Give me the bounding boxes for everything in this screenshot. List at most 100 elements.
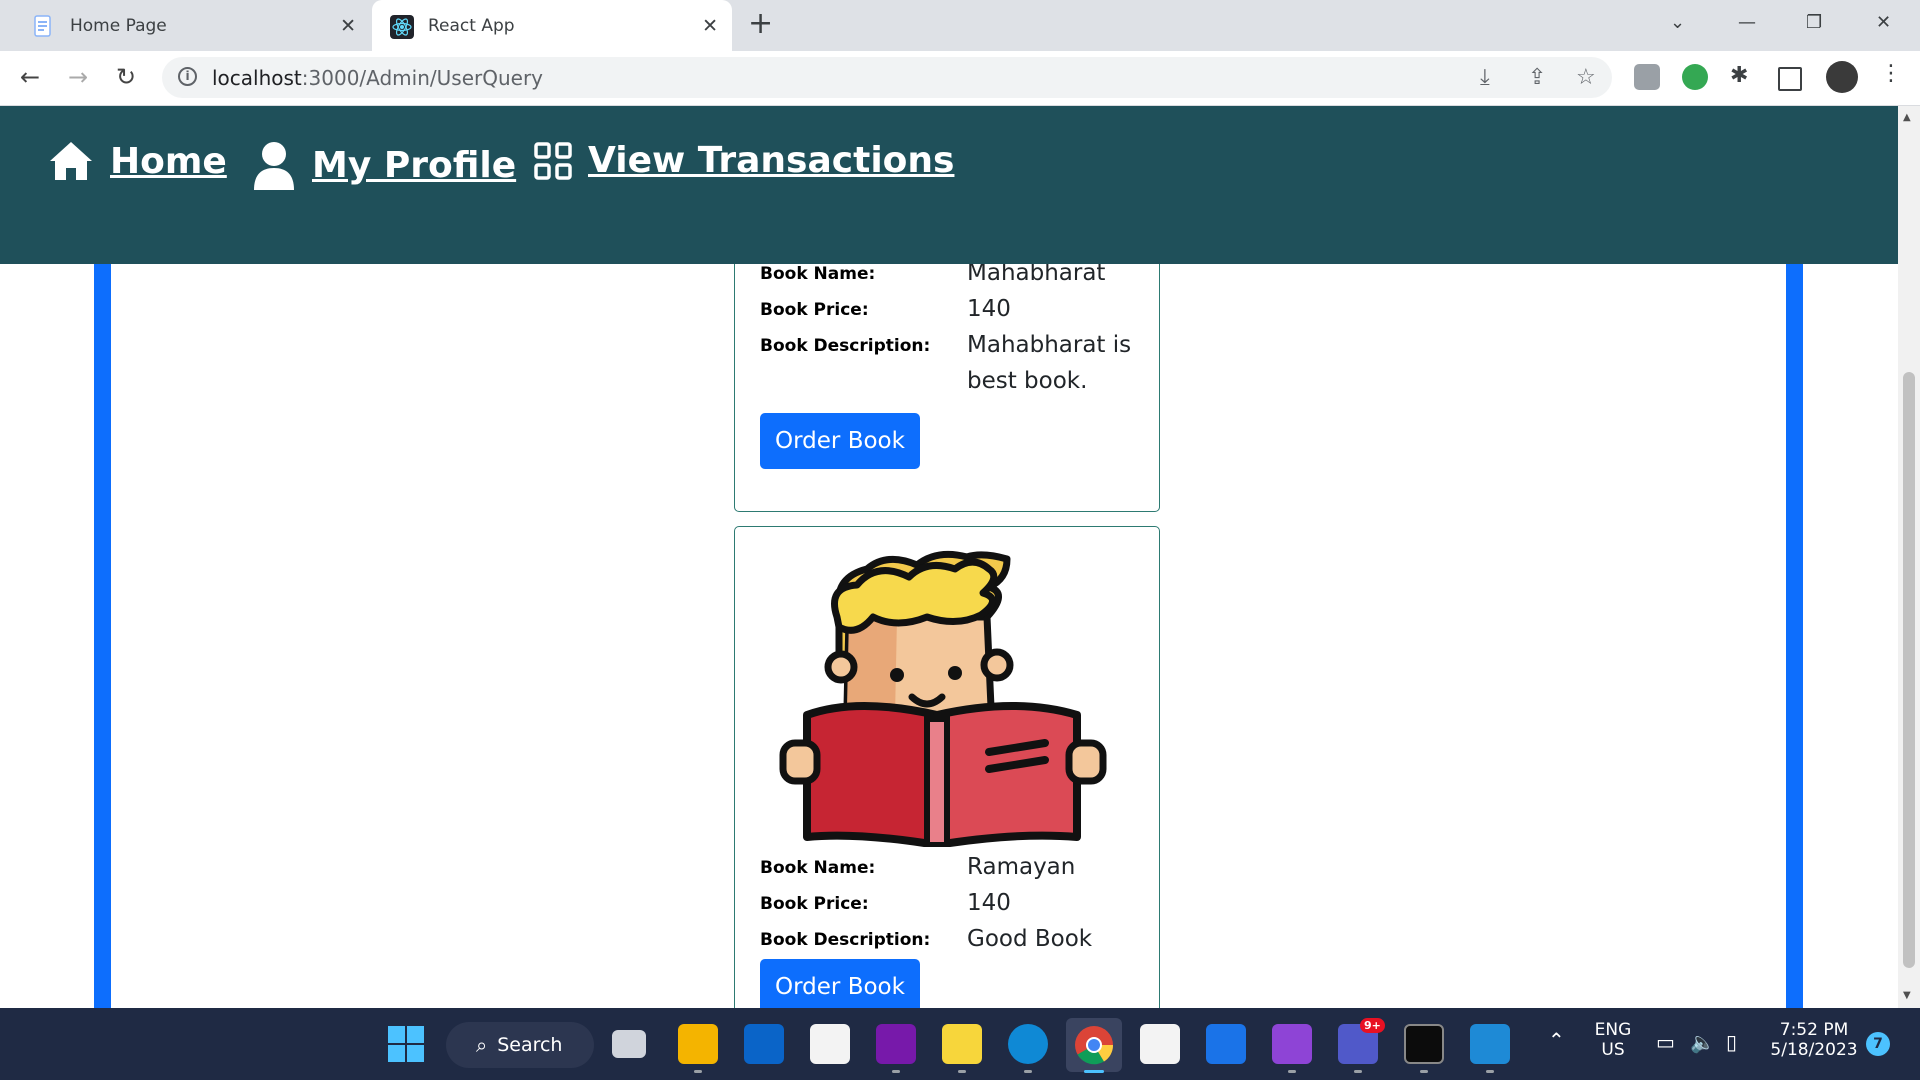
snipping-tool-icon[interactable] bbox=[1140, 1024, 1180, 1064]
nav-transactions-label: View Transactions bbox=[588, 140, 955, 181]
extension-green-icon[interactable] bbox=[1682, 64, 1708, 90]
network-icon[interactable]: ▭ bbox=[1656, 1030, 1675, 1054]
book-name-label: Book Name: bbox=[760, 858, 876, 878]
running-indicator bbox=[892, 1070, 900, 1073]
terminal-icon[interactable] bbox=[1404, 1024, 1444, 1064]
nav-profile-link[interactable]: My Profile bbox=[252, 140, 516, 190]
url-text[interactable]: localhost:3000/Admin/UserQuery bbox=[212, 66, 543, 90]
tab-react-app[interactable]: React App ✕ bbox=[372, 0, 732, 51]
chrome-active-slot[interactable] bbox=[1066, 1018, 1122, 1072]
task-view-icon[interactable] bbox=[612, 1030, 646, 1058]
order-book-button[interactable]: Order Book bbox=[760, 959, 920, 1008]
side-panel-icon[interactable] bbox=[1778, 67, 1802, 91]
share-icon[interactable]: ⇪ bbox=[1528, 65, 1546, 90]
running-indicator bbox=[958, 1070, 966, 1073]
volume-icon[interactable]: 🔈 bbox=[1690, 1030, 1715, 1054]
extension-icon[interactable] bbox=[1634, 64, 1660, 90]
restore-icon[interactable]: ❐ bbox=[1806, 12, 1822, 33]
sticky-notes-icon[interactable] bbox=[942, 1024, 982, 1064]
book-card: Book Name: Ramayan Book Price: 140 Book … bbox=[734, 526, 1160, 1008]
bookmark-star-icon[interactable]: ☆ bbox=[1576, 65, 1596, 90]
url-path: :3000/Admin/UserQuery bbox=[301, 66, 544, 90]
book-description-value: Good Book bbox=[967, 926, 1093, 952]
outlook-icon[interactable] bbox=[744, 1024, 784, 1064]
battery-icon[interactable]: ▯ bbox=[1726, 1030, 1737, 1054]
tab-search-chevron-icon[interactable]: ⌄ bbox=[1670, 12, 1685, 33]
clock[interactable]: 7:52 PM 5/18/2023 bbox=[1766, 1020, 1862, 1060]
azure-data-studio-icon[interactable] bbox=[1206, 1024, 1246, 1064]
running-indicator bbox=[1420, 1070, 1428, 1073]
site-info-icon[interactable]: i bbox=[178, 67, 197, 86]
search-icon: ⌕ bbox=[476, 1033, 488, 1057]
book-reader-illustration bbox=[779, 550, 1107, 847]
scroll-up-icon[interactable]: ▲ bbox=[1903, 112, 1911, 123]
nav-profile-label: My Profile bbox=[312, 144, 517, 186]
book-description-value: Mahabharat is bbox=[967, 332, 1132, 358]
chrome-icon bbox=[1075, 1026, 1114, 1065]
menu-kebab-icon[interactable]: ⋮ bbox=[1880, 61, 1902, 86]
scrollbar-thumb[interactable] bbox=[1903, 372, 1915, 968]
page-scrollbar[interactable]: ▲ ▼ bbox=[1898, 106, 1920, 1008]
nav-transactions-link[interactable]: View Transactions bbox=[534, 140, 954, 181]
book-name-value: Ramayan bbox=[967, 854, 1076, 880]
extensions-puzzle-icon[interactable]: ✱ bbox=[1730, 63, 1748, 88]
new-tab-icon[interactable]: + bbox=[748, 9, 773, 39]
book-price-label: Book Price: bbox=[760, 300, 869, 320]
microsoft-store-icon[interactable] bbox=[810, 1024, 850, 1064]
running-indicator bbox=[1024, 1070, 1032, 1073]
tab-title: Home Page bbox=[70, 15, 167, 36]
chevron-up-icon[interactable]: ⌃ bbox=[1548, 1028, 1565, 1052]
top-navbar: Home My Profile View Transactions bbox=[0, 106, 1898, 264]
close-tab-icon[interactable]: ✕ bbox=[340, 15, 356, 37]
onenote-icon[interactable] bbox=[876, 1024, 916, 1064]
book-description-value-cont: best book. bbox=[967, 368, 1088, 394]
running-indicator bbox=[1486, 1070, 1494, 1073]
book-description-label: Book Description: bbox=[760, 930, 931, 950]
taskbar-search-label: Search bbox=[497, 1034, 563, 1056]
nav-home-label: Home bbox=[110, 140, 227, 182]
back-icon[interactable]: ← bbox=[20, 64, 40, 90]
visual-studio-icon[interactable] bbox=[1272, 1024, 1312, 1064]
book-description-label: Book Description: bbox=[760, 336, 931, 356]
avatar[interactable] bbox=[1826, 61, 1858, 93]
book-price-value: 140 bbox=[967, 296, 1011, 322]
book-price-value: 140 bbox=[967, 890, 1011, 916]
running-indicator bbox=[1354, 1070, 1362, 1073]
install-icon[interactable]: ⤓ bbox=[1480, 65, 1490, 90]
forward-icon[interactable]: → bbox=[68, 64, 88, 90]
teams-badge: 9+ bbox=[1360, 1018, 1385, 1033]
teams-icon[interactable]: 9+ bbox=[1338, 1018, 1385, 1064]
notification-count-badge[interactable]: 7 bbox=[1866, 1032, 1890, 1056]
file-explorer-icon[interactable] bbox=[678, 1024, 718, 1064]
windows-start-icon[interactable] bbox=[386, 1024, 426, 1064]
nav-home-link[interactable]: Home bbox=[48, 140, 227, 182]
edge-icon[interactable] bbox=[1008, 1024, 1048, 1064]
language-indicator[interactable]: ENG US bbox=[1592, 1020, 1634, 1060]
tab-strip: Home Page ✕ React App ✕ + ⌄ — ❐ ✕ bbox=[0, 0, 1920, 51]
toolbar: ← → ↻ i localhost:3000/Admin/UserQuery ⤓… bbox=[0, 51, 1920, 106]
windows-taskbar: ⌕ Search 9+ ⌃ ENG US ▭ 🔈 ▯ 7:52 PM 5/18/… bbox=[0, 1008, 1920, 1080]
user-icon bbox=[254, 142, 294, 190]
running-indicator bbox=[1288, 1070, 1296, 1073]
clock-date: 5/18/2023 bbox=[1770, 1040, 1858, 1060]
tab-title: React App bbox=[428, 15, 515, 36]
language-label: ENG bbox=[1594, 1020, 1632, 1040]
clock-time: 7:52 PM bbox=[1779, 1020, 1849, 1040]
close-window-icon[interactable]: ✕ bbox=[1876, 12, 1891, 33]
order-book-button[interactable]: Order Book bbox=[760, 413, 920, 469]
address-bar[interactable]: i localhost:3000/Admin/UserQuery ⤓ ⇪ ☆ bbox=[162, 57, 1612, 98]
reload-icon[interactable]: ↻ bbox=[116, 64, 136, 90]
tab-home-page[interactable]: Home Page ✕ bbox=[12, 0, 370, 51]
scroll-down-icon[interactable]: ▼ bbox=[1903, 990, 1911, 1001]
book-name-label: Book Name: bbox=[760, 264, 876, 284]
page-content: Home My Profile View Transactions Book N… bbox=[0, 106, 1898, 1008]
close-tab-icon[interactable]: ✕ bbox=[702, 15, 718, 37]
region-label: US bbox=[1601, 1040, 1625, 1060]
document-icon bbox=[32, 14, 54, 37]
taskbar-search[interactable]: ⌕ Search bbox=[446, 1022, 594, 1068]
active-indicator bbox=[1084, 1070, 1104, 1073]
minimize-icon[interactable]: — bbox=[1738, 12, 1756, 33]
react-logo-icon bbox=[390, 14, 414, 39]
vscode-icon[interactable] bbox=[1470, 1024, 1510, 1064]
grid-icon bbox=[534, 141, 572, 180]
